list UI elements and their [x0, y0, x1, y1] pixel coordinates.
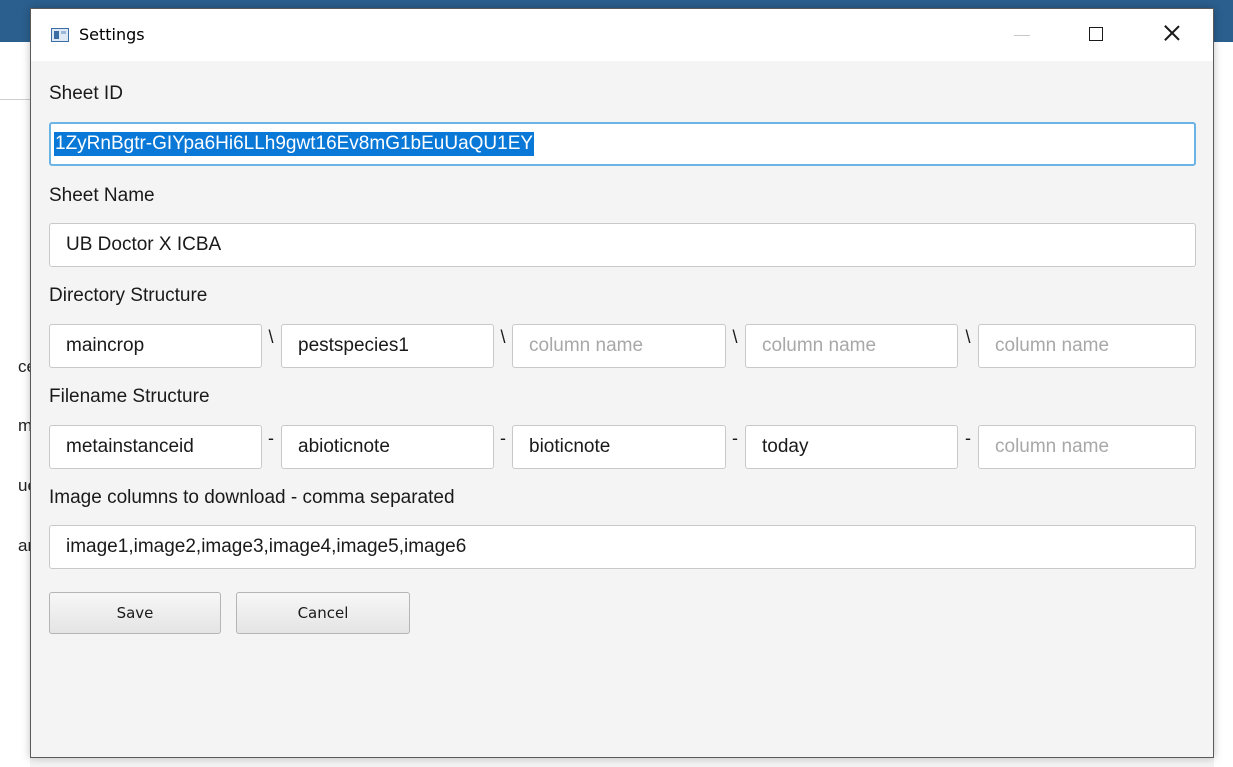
filename-separator: -	[965, 428, 971, 448]
minimize-icon	[1014, 35, 1030, 36]
sheet-name-label: Sheet Name	[49, 185, 155, 206]
filename-separator: -	[732, 428, 738, 448]
close-button[interactable]	[1149, 9, 1195, 61]
sheet-name-input[interactable]: UB Doctor X ICBA	[49, 223, 1196, 267]
minimize-button[interactable]	[999, 9, 1045, 61]
sheet-id-input[interactable]: 1ZyRnBgtr-GIYpa6Hi6LLh9gwt16Ev8mG1bEuUaQ…	[49, 122, 1196, 166]
background-text-fragment: an	[18, 536, 30, 555]
background-right-panel	[1214, 42, 1233, 767]
settings-dialog: Settings Sheet ID 1ZyRnBgtr-GIYpa6Hi6LLh…	[30, 8, 1214, 758]
filename-structure-label: Filename Structure	[49, 386, 210, 407]
directory-separator: \	[965, 327, 971, 347]
sheet-id-label: Sheet ID	[49, 83, 123, 104]
window-title: Settings	[79, 25, 145, 44]
background-text-fragment: ue	[18, 476, 30, 495]
directory-part-2-input[interactable]: pestspecies1	[281, 324, 494, 368]
filename-part-1-input[interactable]: metainstanceid	[49, 425, 262, 469]
directory-separator: \	[732, 327, 738, 347]
directory-separator: \	[268, 327, 274, 347]
background-text-fragment: ce	[18, 357, 30, 376]
filename-part-2-input[interactable]: abioticnote	[281, 425, 494, 469]
app-window-icon	[51, 28, 69, 42]
directory-part-1-input[interactable]: maincrop	[49, 324, 262, 368]
background-left-panel	[0, 42, 30, 767]
title-bar[interactable]: Settings	[31, 9, 1213, 61]
background-divider	[0, 99, 30, 100]
directory-structure-label: Directory Structure	[49, 285, 208, 306]
filename-separator: -	[268, 428, 274, 448]
directory-part-5-input[interactable]: column name	[978, 324, 1196, 368]
filename-part-3-input[interactable]: bioticnote	[512, 425, 726, 469]
cancel-button[interactable]: Cancel	[236, 592, 410, 634]
background-text-fragment: m	[18, 416, 30, 435]
filename-part-5-input[interactable]: column name	[978, 425, 1196, 469]
directory-part-3-input[interactable]: column name	[512, 324, 726, 368]
filename-separator: -	[500, 428, 506, 448]
maximize-icon	[1089, 27, 1103, 41]
filename-part-4-input[interactable]: today	[745, 425, 958, 469]
close-icon	[1162, 21, 1182, 45]
save-button[interactable]: Save	[49, 592, 221, 634]
image-columns-input[interactable]: image1,image2,image3,image4,image5,image…	[49, 525, 1196, 569]
directory-part-4-input[interactable]: column name	[745, 324, 958, 368]
directory-separator: \	[500, 327, 506, 347]
maximize-button[interactable]	[1073, 9, 1119, 61]
sheet-id-value: 1ZyRnBgtr-GIYpa6Hi6LLh9gwt16Ev8mG1bEuUaQ…	[54, 132, 535, 156]
image-columns-label: Image columns to download - comma separa…	[49, 487, 455, 508]
